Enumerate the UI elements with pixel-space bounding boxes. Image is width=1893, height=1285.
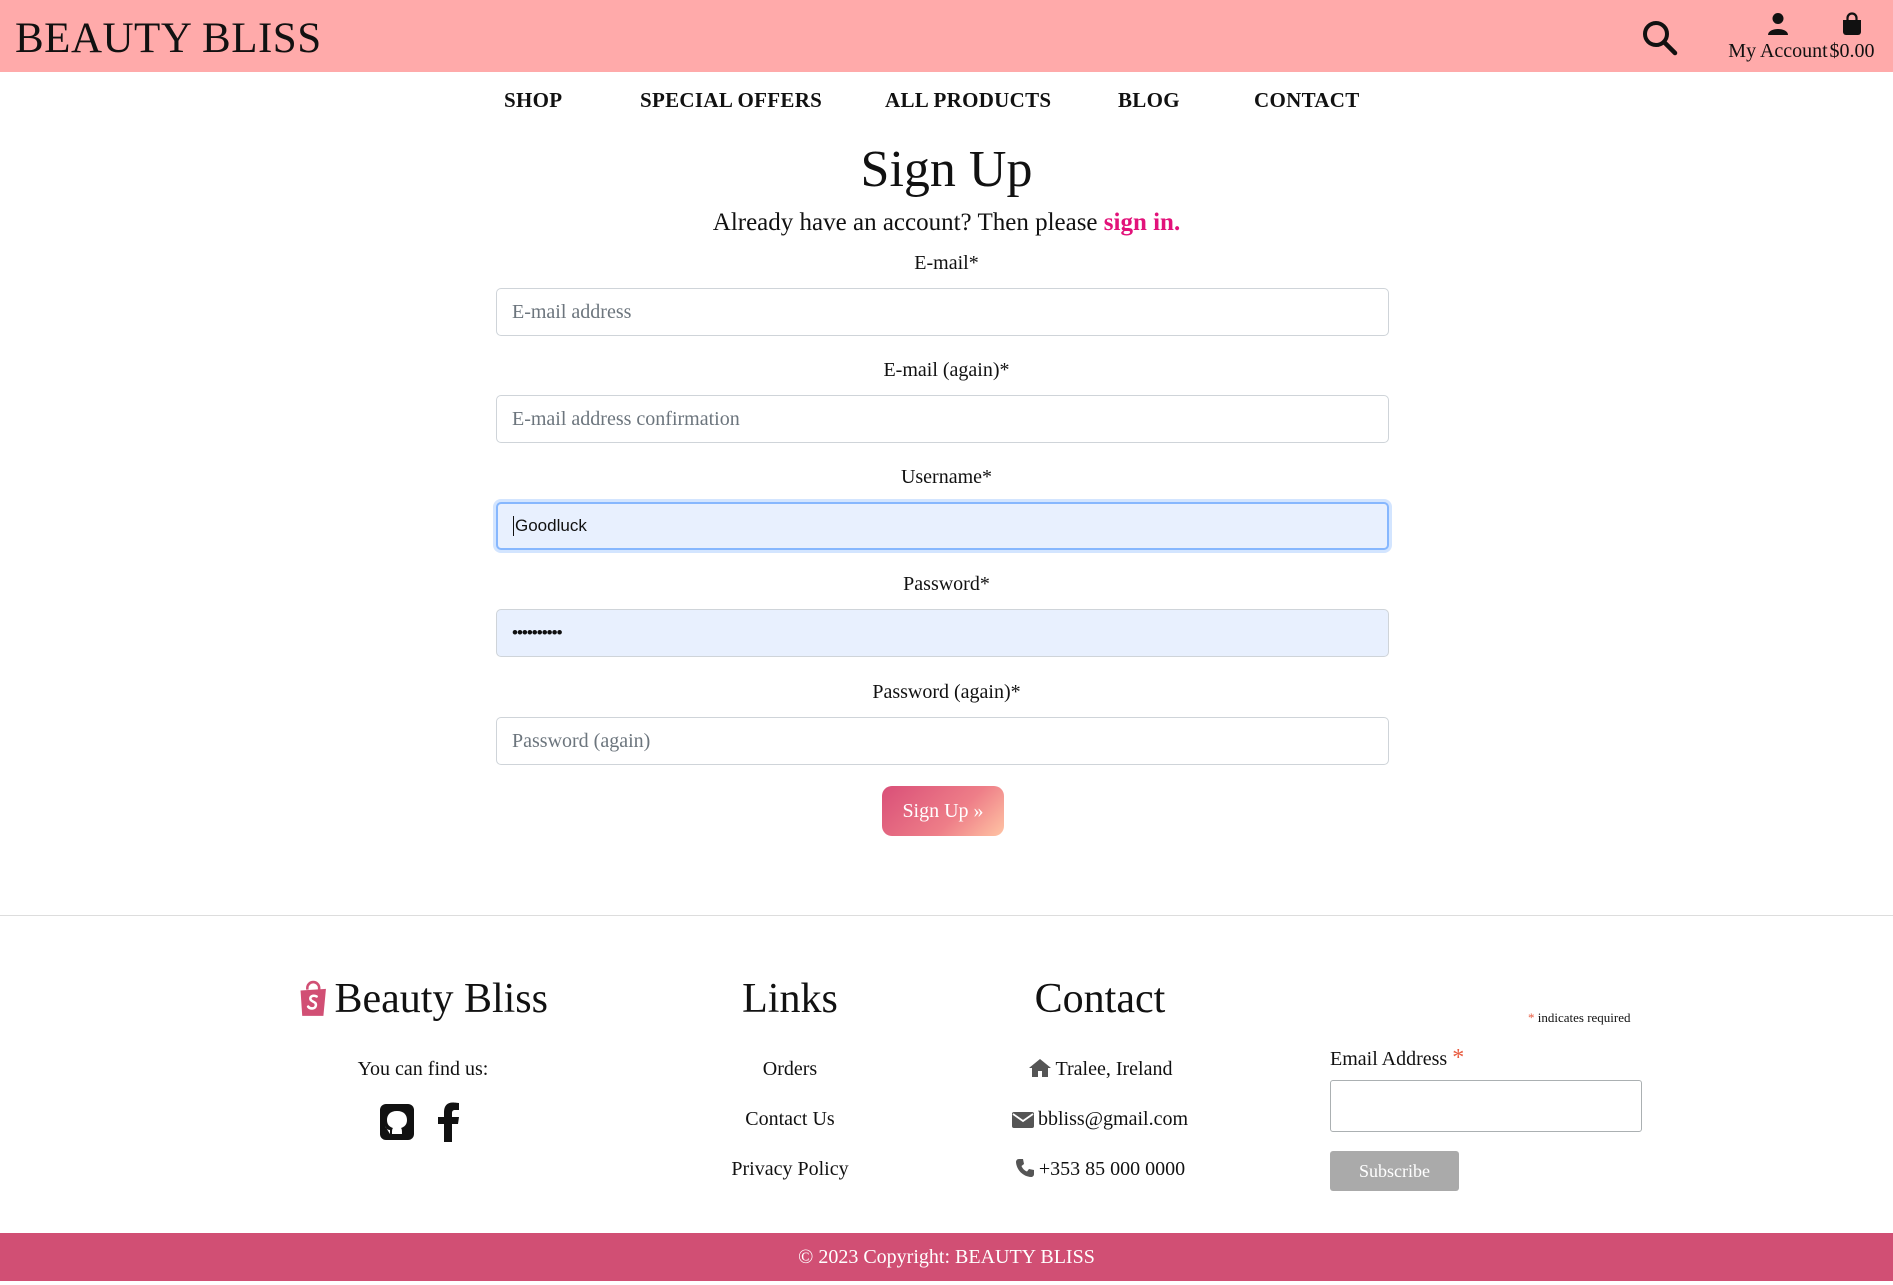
password-again-label: Password (again)* bbox=[872, 681, 1021, 703]
contact-email: bbliss@gmail.com bbox=[1000, 1108, 1200, 1131]
contact-phone-text: +353 85 000 0000 bbox=[1038, 1158, 1186, 1180]
shopping-bag-logo-icon bbox=[300, 980, 326, 1016]
newsletter-email-required-star: * bbox=[1452, 1045, 1465, 1071]
email-label: E-mail* bbox=[914, 252, 979, 274]
footer-link-orders[interactable]: Orders bbox=[763, 1058, 817, 1080]
username-input[interactable]: Goodluck bbox=[496, 502, 1389, 550]
facebook-icon bbox=[438, 1102, 459, 1142]
footer-link-privacy-policy[interactable]: Privacy Policy bbox=[731, 1158, 848, 1180]
shopping-bag-icon bbox=[1843, 12, 1861, 35]
newsletter-email-input[interactable] bbox=[1330, 1080, 1642, 1132]
footer-link-contact-us[interactable]: Contact Us bbox=[745, 1108, 834, 1130]
footer-brand-label: Beauty Bliss bbox=[334, 976, 548, 1022]
username-label: Username* bbox=[900, 466, 993, 488]
nav-special-offers[interactable]: SPECIAL OFFERS bbox=[640, 88, 822, 113]
email-placeholder: E-mail address bbox=[512, 300, 632, 323]
contact-phone: +353 85 000 0000 bbox=[1000, 1158, 1200, 1181]
newsletter-email-label: Email Address * bbox=[1330, 1045, 1464, 1072]
subscribe-button[interactable]: Subscribe bbox=[1330, 1151, 1459, 1191]
signin-link[interactable]: sign in. bbox=[1104, 209, 1180, 236]
username-value: Goodluck bbox=[515, 516, 587, 535]
envelope-icon bbox=[1011, 1112, 1034, 1128]
links-heading: Links bbox=[742, 976, 838, 1022]
required-note-text: indicates required bbox=[1537, 1010, 1631, 1025]
required-star: * bbox=[1528, 1010, 1535, 1025]
required-note: * indicates required bbox=[1528, 1010, 1631, 1026]
password-label: Password* bbox=[903, 573, 990, 595]
find-us-text: You can find us: bbox=[357, 1058, 489, 1080]
nav-blog[interactable]: BLOG bbox=[1118, 88, 1180, 113]
search-icon bbox=[1643, 21, 1678, 56]
home-icon bbox=[1028, 1059, 1051, 1077]
nav-shop[interactable]: SHOP bbox=[504, 88, 562, 113]
contact-location: Tralee, Ireland bbox=[1000, 1058, 1200, 1081]
email-input[interactable]: E-mail address bbox=[496, 288, 1389, 336]
footer-brand: Beauty Bliss bbox=[298, 975, 548, 1023]
search-button[interactable] bbox=[1640, 18, 1680, 58]
phone-icon bbox=[1015, 1159, 1034, 1177]
password-value: •••••••••• bbox=[512, 623, 563, 642]
contact-heading: Contact bbox=[1034, 976, 1166, 1022]
copyright-bar: © 2023 Copyright: BEAUTY BLISS bbox=[0, 1233, 1893, 1281]
contact-email-text[interactable]: bbliss@gmail.com bbox=[1038, 1108, 1188, 1130]
my-account-label: My Account bbox=[1728, 40, 1828, 62]
email-again-input[interactable]: E-mail address confirmation bbox=[496, 395, 1389, 443]
copyright-text: © 2023 Copyright: BEAUTY BLISS bbox=[798, 1245, 1095, 1268]
email-again-label: E-mail (again)* bbox=[883, 359, 1010, 381]
github-link[interactable] bbox=[379, 1103, 415, 1146]
cart-total: $0.00 bbox=[1829, 40, 1875, 62]
password-again-placeholder: Password (again) bbox=[512, 729, 651, 752]
signin-prompt: Already have an account? Then please sig… bbox=[0, 209, 1893, 237]
nav-all-products[interactable]: ALL PRODUCTS bbox=[885, 88, 1051, 113]
nav-contact[interactable]: CONTACT bbox=[1254, 88, 1360, 113]
user-icon bbox=[1768, 13, 1788, 35]
newsletter-email-label-text: Email Address bbox=[1330, 1048, 1448, 1070]
brand-logo[interactable]: BEAUTY BLISS bbox=[15, 17, 322, 60]
main-nav: SHOP SPECIAL OFFERS ALL PRODUCTS BLOG CO… bbox=[0, 88, 1893, 114]
page-title: Sign Up bbox=[860, 141, 1033, 198]
github-icon bbox=[380, 1104, 414, 1140]
cart-button[interactable]: $0.00 bbox=[1822, 12, 1882, 63]
password-again-input[interactable]: Password (again) bbox=[496, 717, 1389, 765]
signin-prompt-text: Already have an account? Then please bbox=[712, 209, 1098, 236]
contact-location-text: Tralee, Ireland bbox=[1055, 1058, 1173, 1080]
signup-button[interactable]: Sign Up » bbox=[882, 786, 1004, 836]
footer-divider bbox=[0, 915, 1893, 916]
text-caret bbox=[513, 516, 514, 536]
facebook-link[interactable] bbox=[437, 1102, 461, 1147]
password-input[interactable]: •••••••••• bbox=[496, 609, 1389, 657]
top-bar: BEAUTY BLISS My Account $0.00 bbox=[0, 0, 1893, 72]
email-again-placeholder: E-mail address confirmation bbox=[512, 407, 740, 430]
